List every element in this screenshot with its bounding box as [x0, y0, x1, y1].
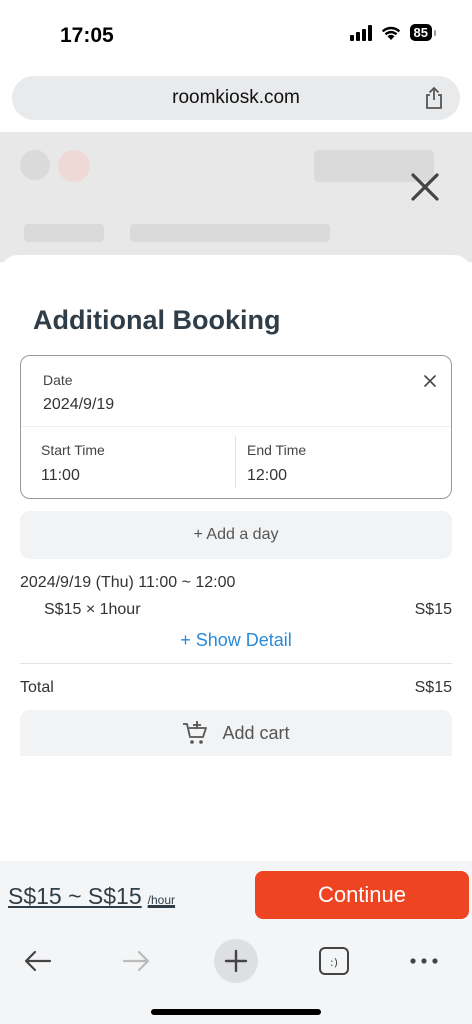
continue-button[interactable]: Continue: [255, 871, 469, 919]
date-label: Date: [43, 372, 73, 388]
tabs-icon: :): [319, 947, 349, 975]
url-bar[interactable]: roomkiosk.com: [12, 76, 460, 120]
more-icon: [410, 958, 438, 964]
svg-text::): :): [330, 956, 338, 969]
sheet-title: Additional Booking: [33, 305, 281, 335]
price-line: S$15 × 1hour: [44, 601, 141, 618]
wifi-icon: [381, 26, 400, 40]
price-range-value[interactable]: S$15 ~ S$15: [8, 883, 142, 909]
share-icon[interactable]: [424, 86, 444, 110]
end-time-field[interactable]: 12:00: [247, 467, 287, 485]
add-day-button[interactable]: + Add a day: [20, 511, 452, 559]
add-cart-button[interactable]: Add cart: [20, 710, 452, 756]
home-indicator: [151, 1009, 321, 1015]
total-label: Total: [20, 679, 54, 696]
per-hour-unit[interactable]: /hour: [148, 893, 175, 907]
browser-toolbar: :): [0, 931, 472, 1024]
back-arrow-icon: [24, 950, 52, 972]
url-text[interactable]: roomkiosk.com: [172, 87, 300, 109]
booking-sheet: Additional Booking Date 2024/9/19 Start …: [0, 255, 472, 861]
status-bar: 17:05 85: [0, 0, 472, 68]
signal-icon: [349, 24, 372, 41]
booking-summary-date: 2024/9/19 (Thu) 11:00 ~ 12:00: [20, 574, 236, 591]
battery-icon: 85: [409, 24, 437, 41]
show-detail-link[interactable]: + Show Detail: [0, 630, 472, 651]
price-range[interactable]: S$15 ~ S$15/hour: [8, 883, 175, 910]
close-icon[interactable]: [408, 170, 442, 204]
date-field[interactable]: 2024/9/19: [43, 396, 114, 414]
url-area: roomkiosk.com: [0, 68, 472, 132]
checkout-bar: S$15 ~ S$15/hour Continue: [0, 861, 472, 931]
plus-icon: [224, 949, 248, 973]
end-time-label: End Time: [247, 442, 307, 458]
new-tab-button[interactable]: [214, 939, 258, 983]
card-vertical-divider: [235, 436, 236, 488]
forward-button[interactable]: [114, 939, 158, 983]
add-cart-label: Add cart: [222, 722, 290, 743]
price-line-total: S$15: [414, 601, 452, 618]
clear-date-icon[interactable]: [423, 374, 437, 388]
back-button[interactable]: [16, 939, 60, 983]
status-time: 17:05: [60, 24, 114, 47]
start-time-field[interactable]: 11:00: [41, 467, 80, 485]
date-time-card: Date 2024/9/19 Start Time 11:00 End Time…: [20, 355, 452, 499]
total-value: S$15: [414, 679, 452, 696]
start-time-label: Start Time: [41, 442, 105, 458]
status-icons: 85: [349, 24, 437, 41]
card-divider: [21, 426, 451, 427]
page-backdrop: [0, 132, 472, 262]
more-button[interactable]: [402, 939, 446, 983]
cart-icon: [183, 721, 208, 744]
tabs-button[interactable]: :): [312, 939, 356, 983]
divider: [20, 663, 452, 664]
forward-arrow-icon: [122, 950, 150, 972]
